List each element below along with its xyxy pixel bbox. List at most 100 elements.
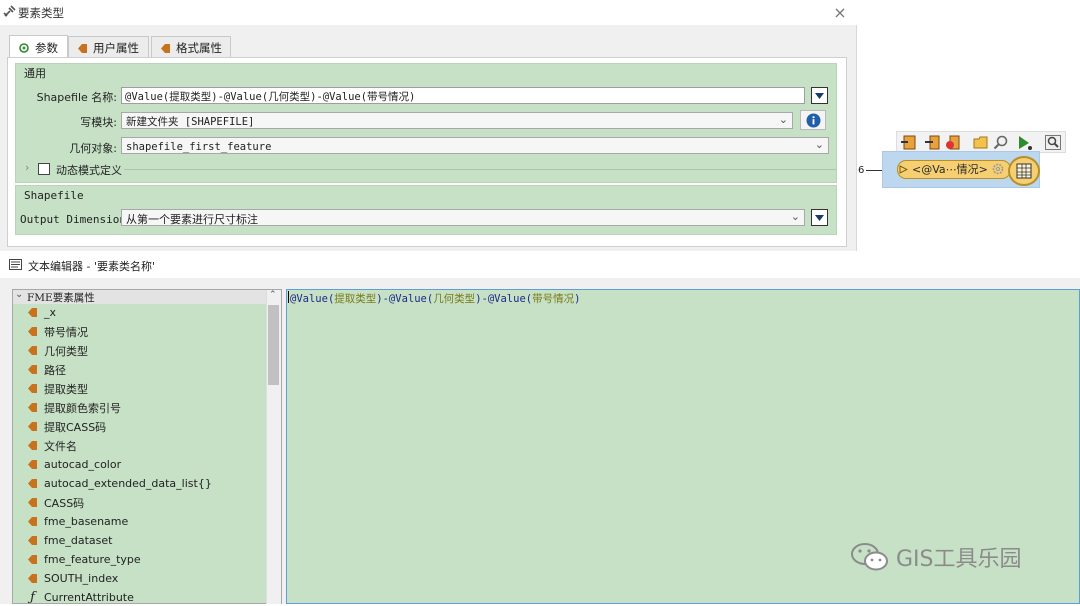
tree-item[interactable]: SOUTH_index xyxy=(27,570,118,587)
tree-item[interactable]: 文件名 xyxy=(27,437,77,454)
tree-item-label: autocad_extended_data_list{} xyxy=(44,477,212,490)
chevron-down-icon[interactable]: ⌄ xyxy=(15,289,23,300)
tree-root[interactable]: ⌄ FME要素属性 xyxy=(13,289,267,304)
node-label: <@Va⋯情况> xyxy=(912,163,988,176)
writer-select[interactable]: 新建文件夹 [SHAPEFILE] ⌄ xyxy=(121,112,793,129)
expression-line: @Value(提取类型)-@Value(几何类型)-@Value(带号情况) xyxy=(290,293,581,305)
geometry-select[interactable]: shapefile_first_feature ⌄ xyxy=(121,137,829,154)
geometry-label: 几何对象: xyxy=(69,142,117,155)
tree-item-label: 文件名 xyxy=(44,439,77,453)
shapefile-name-input[interactable]: @Value(提取类型)-@Value(几何类型)-@Value(带号情况) xyxy=(121,87,805,104)
attribute-icon xyxy=(28,327,37,336)
input-port-icon[interactable] xyxy=(899,165,908,174)
tree-item[interactable]: CASS码 xyxy=(27,494,84,511)
tree-item[interactable]: 几何类型 xyxy=(27,342,88,359)
chevron-up-icon[interactable]: ⌃ xyxy=(269,290,277,300)
tree-item[interactable]: 提取CASS码 xyxy=(27,418,106,435)
connection-count: 6 xyxy=(858,165,865,176)
chevron-down-icon: ⌄ xyxy=(790,210,800,223)
tab-label: 用户属性 xyxy=(93,41,139,55)
tree-item-label: 提取颜色索引号 xyxy=(44,401,121,415)
attribute-icon xyxy=(28,403,37,412)
tree-item[interactable]: 提取颜色索引号 xyxy=(27,399,121,416)
attribute-icon xyxy=(28,555,37,564)
tree-item-label: SOUTH_index xyxy=(44,572,119,585)
tree-item-label: 路径 xyxy=(44,363,66,377)
attribute-icon xyxy=(161,43,170,53)
geometry-value: shapefile_first_feature xyxy=(126,141,272,153)
tree-item[interactable]: fme_basename xyxy=(27,513,128,530)
close-icon[interactable]: × xyxy=(831,3,849,22)
tree-item-label: fme_feature_type xyxy=(44,553,141,566)
dropdown-button[interactable] xyxy=(811,209,828,226)
scrollbar-thumb[interactable] xyxy=(268,305,279,385)
info-icon xyxy=(806,113,820,127)
watermark: GIS工具乐园 xyxy=(850,541,1022,573)
wechat-icon xyxy=(851,543,888,571)
attribute-token: 带号情况 xyxy=(532,293,575,305)
chevron-right-icon[interactable]: › xyxy=(25,161,29,174)
tree-item[interactable]: autocad_color xyxy=(27,456,121,473)
group-title: Shapefile xyxy=(24,189,84,202)
writer-label: 写模块: xyxy=(80,116,117,129)
info-button[interactable] xyxy=(800,110,826,130)
output-dimension-select[interactable]: 从第一个要素进行尺寸标注 ⌄ xyxy=(121,209,805,226)
node-toolbar xyxy=(896,131,1066,153)
tab-format-attributes[interactable]: 格式属性 xyxy=(151,36,231,57)
dropdown-button[interactable] xyxy=(811,87,828,104)
attribute-icon xyxy=(28,517,37,526)
remove-port-icon[interactable] xyxy=(945,135,961,150)
group-title: 通用 xyxy=(24,67,46,80)
function-token: @Value xyxy=(388,293,427,305)
tree-item-label: CurrentAttribute xyxy=(44,591,134,604)
output-dimension-value: 从第一个要素进行尺寸标注 xyxy=(126,213,258,226)
inspect-icon[interactable] xyxy=(993,135,1009,150)
attribute-icon xyxy=(28,574,37,583)
tab-parameters[interactable]: 参数 xyxy=(9,35,68,57)
tree-item[interactable]: 提取类型 xyxy=(27,380,88,397)
tree-item-label: 带号情况 xyxy=(44,325,88,339)
shapefile-name-label: Shapefile 名称: xyxy=(36,91,117,104)
tree-item-label: 提取类型 xyxy=(44,382,88,396)
output-dimension-label: Output Dimension: xyxy=(20,213,133,226)
tree-item-label: 几何类型 xyxy=(44,344,88,358)
dialog-title: 要素类型 xyxy=(18,6,64,20)
output-port-icon[interactable] xyxy=(925,135,941,150)
tab-user-attributes[interactable]: 用户属性 xyxy=(68,36,149,57)
attribute-icon xyxy=(28,365,37,374)
tree-item-label: autocad_color xyxy=(44,458,122,471)
open-folder-icon[interactable] xyxy=(973,135,989,150)
watermark-text: GIS工具乐园 xyxy=(896,547,1022,572)
tree-item[interactable]: 带号情况 xyxy=(27,323,88,340)
attribute-token: 提取类型 xyxy=(334,293,377,305)
input-port-icon[interactable] xyxy=(901,135,917,150)
zoom-icon[interactable] xyxy=(1045,135,1061,150)
tree-item[interactable]: ƒ CurrentAttribute xyxy=(27,589,134,606)
tree-item[interactable]: fme_feature_type xyxy=(27,551,141,568)
tab-label: 参数 xyxy=(35,40,58,55)
attribute-icon xyxy=(28,498,37,507)
attribute-icon xyxy=(28,346,37,355)
tree-item[interactable]: autocad_extended_data_list{} xyxy=(27,475,212,492)
function-token: @Value xyxy=(487,293,526,305)
writer-value: 新建文件夹 [SHAPEFILE] xyxy=(126,116,255,128)
attribute-icon xyxy=(28,536,37,545)
attribute-icon xyxy=(28,422,37,431)
tab-label: 格式属性 xyxy=(176,41,222,55)
attribute-icon xyxy=(28,441,37,450)
chevron-down-icon: ⌄ xyxy=(814,138,824,151)
dynamic-schema-label: 动态模式定义 xyxy=(56,164,122,177)
gear-icon[interactable] xyxy=(991,162,1005,176)
text-cursor xyxy=(288,291,289,303)
attribute-icon xyxy=(28,308,37,317)
tree-item[interactable]: fme_dataset xyxy=(27,532,112,549)
tree-item[interactable]: _x xyxy=(27,304,56,321)
text-editor-icon xyxy=(9,259,22,270)
function-icon: ƒ xyxy=(30,590,35,605)
attribute-icon xyxy=(28,384,37,393)
editor-titlebar: 文本编辑器 - '要素类名称' xyxy=(0,251,1080,278)
tree-item[interactable]: 路径 xyxy=(27,361,66,378)
tree-item-label: 提取CASS码 xyxy=(44,420,107,434)
run-to-this-icon[interactable] xyxy=(1017,135,1033,150)
dynamic-schema-checkbox[interactable] xyxy=(38,163,50,175)
